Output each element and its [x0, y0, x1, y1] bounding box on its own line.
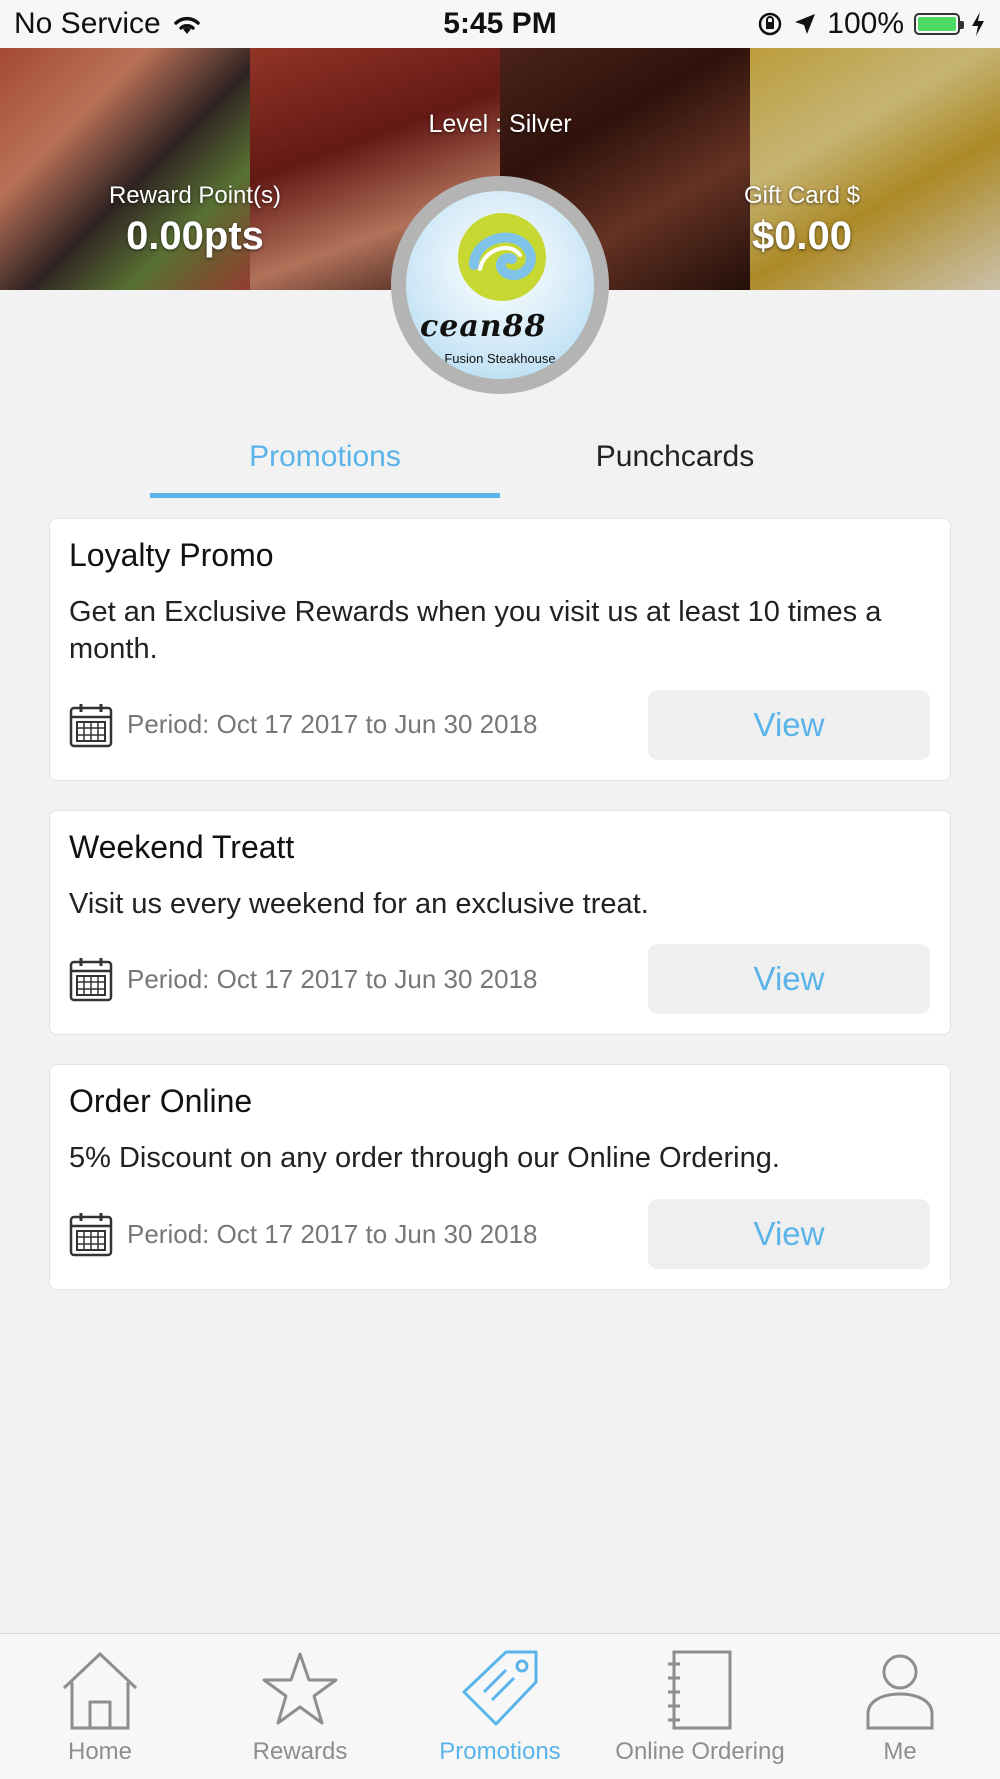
reward-points-label: Reward Point(s) — [108, 182, 282, 209]
gift-card-label: Gift Card $ — [743, 182, 861, 209]
battery-percent: 100% — [827, 7, 904, 40]
promotion-description: Visit us every weekend for an exclusive … — [69, 887, 649, 920]
status-time: 5:45 PM — [443, 7, 557, 40]
tabbar-label: Online Ordering — [615, 1738, 785, 1765]
tabbar-label: Rewards — [252, 1738, 348, 1765]
wifi-icon — [173, 16, 200, 34]
promotion-card: Loyalty Promo Get an Exclusive Rewards w… — [49, 518, 951, 781]
calendar-icon — [69, 703, 113, 747]
promotion-description: 5% Discount on any order through our Onl… — [69, 1142, 780, 1175]
promotion-card: Order Online 5% Discount on any order th… — [49, 1064, 951, 1291]
view-button[interactable]: View — [648, 689, 930, 760]
tab-punchcards[interactable]: Punchcards — [500, 440, 850, 498]
reward-points-value: 0.00pts — [126, 214, 264, 258]
view-button[interactable]: View — [648, 1199, 930, 1270]
view-button[interactable]: View — [648, 944, 930, 1015]
promotion-period: Period: Oct 17 2017 to Jun 30 2018 — [127, 1218, 538, 1249]
home-icon — [62, 1651, 138, 1730]
bottom-tab-bar: Home Rewards Promotions Online Ordering — [0, 1633, 1000, 1779]
battery-icon — [914, 13, 964, 35]
tabbar-me[interactable]: Me — [800, 1634, 1000, 1779]
tabbar-label: Home — [67, 1738, 133, 1765]
calendar-icon — [69, 958, 113, 1002]
gift-card-value: $0.00 — [751, 214, 853, 258]
restaurant-logo: cean88 Fusion Steakhouse — [391, 176, 609, 394]
promotion-period: Period: Oct 17 2017 to Jun 30 2018 — [127, 963, 538, 994]
segment-tabs: Promotions Punchcards — [150, 440, 850, 498]
charging-bolt-icon — [972, 12, 984, 36]
status-left: No Service — [14, 7, 203, 41]
promotion-period: Period: Oct 17 2017 to Jun 30 2018 — [127, 709, 538, 740]
member-level: Level : Silver — [428, 110, 572, 138]
status-bar: No Service 5:45 PM 100% — [0, 0, 1000, 48]
promotions-list: Loyalty Promo Get an Exclusive Rewards w… — [49, 518, 951, 1319]
tag-icon — [462, 1650, 538, 1726]
notebook-icon — [668, 1650, 732, 1730]
person-icon — [866, 1654, 934, 1730]
wave-swirl-icon — [458, 213, 546, 301]
location-arrow-icon — [795, 14, 816, 34]
tabbar-rewards[interactable]: Rewards — [200, 1634, 400, 1779]
promotion-title: Loyalty Promo — [69, 537, 274, 573]
promotion-description: Get an Exclusive Rewards when you visit … — [69, 596, 882, 665]
tabbar-label: Me — [883, 1738, 917, 1765]
promotion-card: Weekend Treatt Visit us every weekend fo… — [49, 809, 951, 1036]
promotion-title: Weekend Treatt — [69, 828, 295, 865]
calendar-icon — [69, 1213, 113, 1257]
tabbar-online-ordering[interactable]: Online Ordering — [600, 1634, 800, 1779]
star-icon — [262, 1652, 338, 1725]
promotion-title: Order Online — [69, 1083, 253, 1120]
carrier-text: No Service — [14, 7, 161, 40]
status-right: 100% — [757, 7, 986, 41]
orientation-lock-icon — [759, 12, 782, 36]
tabbar-label: Promotions — [439, 1738, 561, 1765]
tab-promotions[interactable]: Promotions — [150, 440, 500, 498]
logo-wordmark: cean88 — [420, 309, 547, 344]
logo-subtitle: Fusion Steakhouse — [444, 351, 556, 366]
tabbar-promotions[interactable]: Promotions — [400, 1634, 600, 1779]
tabbar-home[interactable]: Home — [0, 1634, 200, 1779]
